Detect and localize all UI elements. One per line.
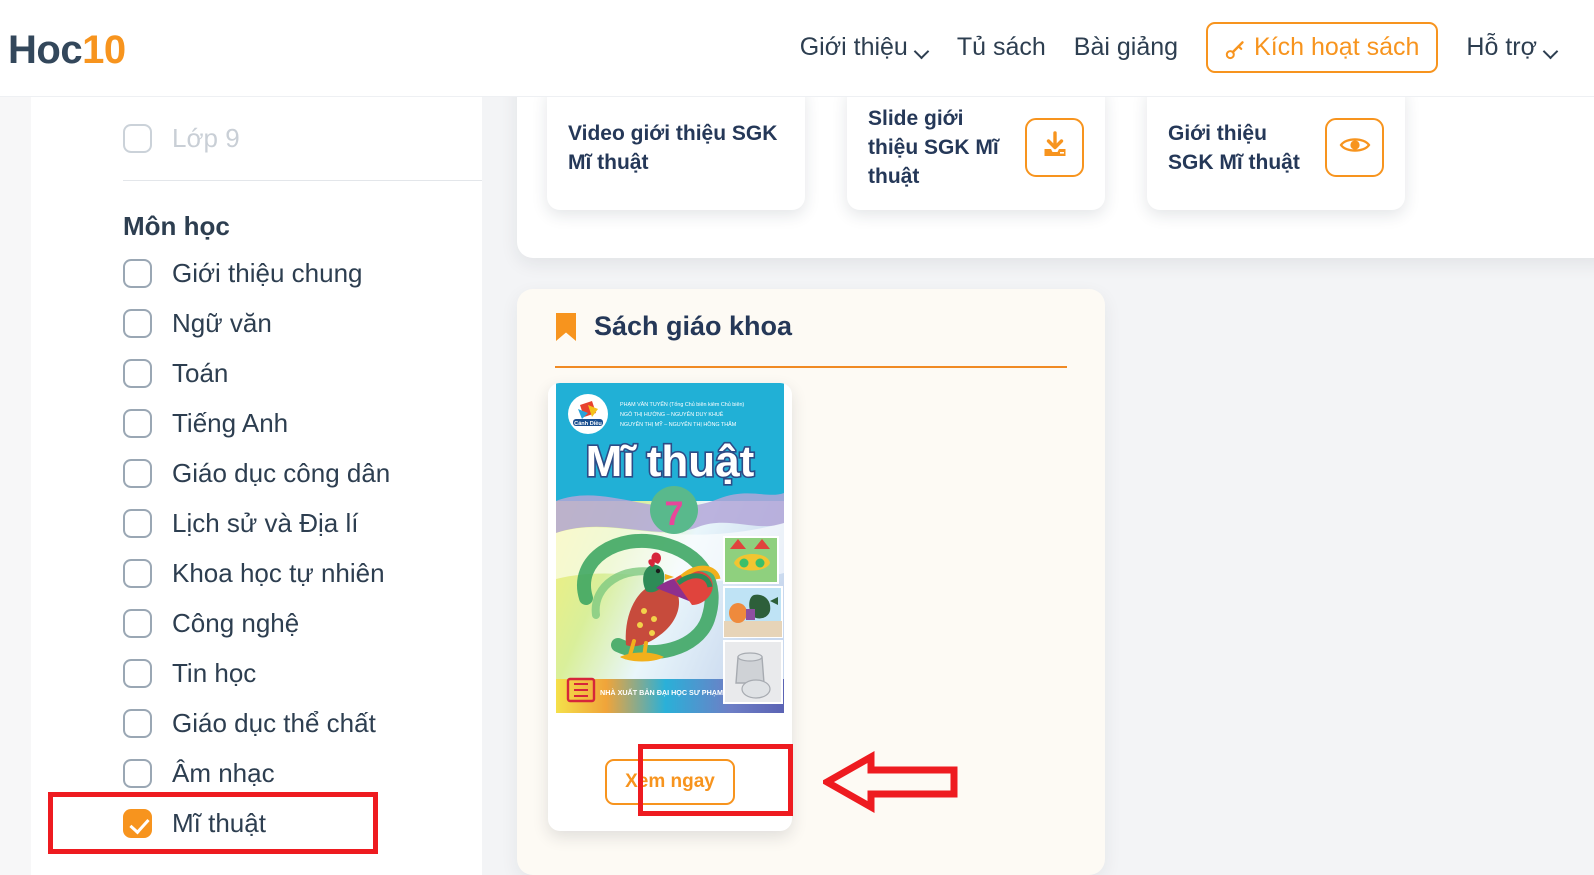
checkbox-cong-nghe[interactable] — [123, 608, 152, 638]
sidebar-item-ngu-van[interactable]: Ngữ văn — [31, 298, 482, 348]
nav-label: Hỗ trợ — [1466, 33, 1537, 61]
download-button[interactable] — [1025, 118, 1084, 177]
checkbox-mi-thuat[interactable] — [123, 808, 152, 838]
svg-text:7: 7 — [665, 495, 684, 533]
sidebar-item-tin-hoc[interactable]: Tin học — [31, 648, 482, 698]
sidebar-item-label: Khoa học tự nhiên — [172, 558, 385, 588]
sidebar-item-label: Ngữ văn — [172, 308, 272, 338]
sidebar-item-cong-nghe[interactable]: Công nghệ — [31, 598, 482, 648]
textbook-panel: Sách giáo khoa Cánh Diều PHẠM VĂN TUYẾN … — [517, 289, 1105, 875]
sidebar-item-label: Giáo dục thể chất — [172, 708, 376, 738]
resource-card-title: Slide giới thiệu SGK Mĩ thuật — [868, 107, 999, 188]
filter-grade-lop-9[interactable]: Lớp 9 — [31, 113, 482, 163]
view-now-button[interactable]: Xem ngay — [605, 758, 735, 805]
checkbox-lich-su-va-dia-li[interactable] — [123, 508, 152, 538]
sidebar-item-label: Tiếng Anh — [172, 408, 289, 438]
sidebar-item-label: Giới thiệu chung — [172, 258, 363, 288]
chevron-down-icon — [1545, 46, 1558, 54]
checkbox-tin-hoc[interactable] — [123, 658, 152, 688]
sidebar-item-label: Lịch sử và Địa lí — [172, 508, 359, 538]
sidebar-item-label: Âm nhạc — [172, 758, 275, 788]
sidebar-section-title-mon-hoc: Môn học — [123, 211, 230, 241]
resource-card-video[interactable]: Video giới thiệu SGK Mĩ thuật — [547, 85, 805, 210]
sidebar-item-toan[interactable]: Toán — [31, 348, 482, 398]
nav-item-tu-sach[interactable]: Tủ sách — [943, 25, 1060, 70]
activate-book-label: Kích hoạt sách — [1254, 33, 1420, 61]
activate-book-button[interactable]: Kích hoạt sách — [1206, 22, 1439, 73]
checkbox-giao-duc-the-chat[interactable] — [123, 708, 152, 738]
key-icon — [1225, 38, 1245, 59]
resource-card-title: Giới thiệu SGK Mĩ thuật — [1168, 121, 1300, 174]
main-navigation: Giới thiệu Tủ sách Bài giảng Kích hoạt s… — [786, 22, 1572, 73]
sidebar-item-label: Tin học — [172, 658, 257, 688]
svg-text:Mĩ thuật: Mĩ thuật — [586, 437, 755, 486]
checkbox-ngu-van[interactable] — [123, 308, 152, 338]
nav-label: Bài giảng — [1073, 33, 1179, 61]
svg-text:Cánh Diều: Cánh Diều — [574, 421, 602, 427]
textbook-panel-header: Sách giáo khoa — [517, 289, 1105, 342]
sidebar-item-label: Mĩ thuật — [172, 808, 266, 838]
logo-text-accent: 10 — [82, 28, 126, 72]
preview-button[interactable] — [1325, 118, 1384, 177]
svg-text:NGÔ THỊ HƯỜNG – NGUYỄN DUY KHU: NGÔ THỊ HƯỜNG – NGUYỄN DUY KHUÊ — [620, 410, 724, 418]
filter-sidebar: Lớp 9 Môn học Giới thiệu chung Ngữ văn T… — [31, 97, 482, 875]
sidebar-item-giao-duc-the-chat[interactable]: Giáo dục thể chất — [31, 698, 482, 748]
checkbox-khoa-hoc-tu-nhien[interactable] — [123, 558, 152, 588]
download-icon — [1040, 130, 1070, 165]
bookmark-icon — [555, 312, 577, 342]
textbook-panel-divider — [555, 366, 1067, 368]
page-left-margin — [0, 97, 31, 875]
checkbox-grade-lop-9[interactable] — [123, 123, 152, 153]
sidebar-divider — [123, 180, 482, 181]
sidebar-item-mi-thuat[interactable]: Mĩ thuật — [31, 798, 482, 848]
sidebar-item-giao-duc-cong-dan[interactable]: Giáo dục công dân — [31, 448, 482, 498]
sidebar-item-am-nhac[interactable]: Âm nhạc — [31, 748, 482, 798]
sidebar-item-lich-su-va-dia-li[interactable]: Lịch sử và Địa lí — [31, 498, 482, 548]
resources-card-list: Video giới thiệu SGK Mĩ thuật Slide giới… — [547, 85, 1405, 210]
nav-item-ho-tro[interactable]: Hỗ trợ — [1452, 25, 1572, 70]
svg-text:NHÀ XUẤT BẢN ĐẠI HỌC SƯ PHẠM: NHÀ XUẤT BẢN ĐẠI HỌC SƯ PHẠM — [600, 687, 723, 697]
sidebar-item-label: Toán — [172, 358, 229, 388]
filter-grade-label: Lớp 9 — [172, 123, 240, 153]
site-header: Hoc10 Giới thiệu Tủ sách Bài giảng Kích … — [0, 0, 1594, 97]
eye-icon — [1339, 133, 1371, 162]
svg-text:PHẠM VĂN TUYẾN (Tổng Chủ biên: PHẠM VĂN TUYẾN (Tổng Chủ biên kiêm Chủ b… — [620, 401, 744, 408]
book-cover-image: Cánh Diều PHẠM VĂN TUYẾN (Tổng Chủ biên … — [548, 383, 792, 732]
svg-text:NGUYỄN THỊ MỸ – NGUYỄN THỊ HỒN: NGUYỄN THỊ MỸ – NGUYỄN THỊ HỒNG THẮM — [620, 420, 737, 428]
resource-card-title: Video giới thiệu SGK Mĩ thuật — [568, 121, 778, 174]
checkbox-giao-duc-cong-dan[interactable] — [123, 458, 152, 488]
page-root: Hoc10 Giới thiệu Tủ sách Bài giảng Kích … — [0, 0, 1594, 875]
chevron-down-icon — [916, 46, 929, 54]
checkbox-tieng-anh[interactable] — [123, 408, 152, 438]
nav-label: Giới thiệu — [799, 33, 908, 61]
textbook-panel-title: Sách giáo khoa — [594, 311, 793, 341]
book-card-actions: Xem ngay — [548, 732, 792, 831]
nav-item-bai-giang[interactable]: Bài giảng — [1060, 25, 1192, 70]
sidebar-item-label: Giáo dục công dân — [172, 458, 391, 488]
checkbox-toan[interactable] — [123, 358, 152, 388]
logo-text-primary: Hoc — [8, 28, 83, 72]
sidebar-item-gioi-thieu-chung[interactable]: Giới thiệu chung — [31, 248, 482, 298]
sidebar-item-tieng-anh[interactable]: Tiếng Anh — [31, 398, 482, 448]
checkbox-am-nhac[interactable] — [123, 758, 152, 788]
resource-card-intro[interactable]: Giới thiệu SGK Mĩ thuật — [1147, 85, 1405, 210]
sidebar-item-label: Công nghệ — [172, 608, 300, 638]
book-card[interactable]: Cánh Diều PHẠM VĂN TUYẾN (Tổng Chủ biên … — [548, 383, 792, 831]
site-logo[interactable]: Hoc10 — [8, 28, 126, 72]
nav-item-gioi-thieu[interactable]: Giới thiệu — [786, 25, 943, 70]
sidebar-item-khoa-hoc-tu-nhien[interactable]: Khoa học tự nhiên — [31, 548, 482, 598]
resource-card-slide[interactable]: Slide giới thiệu SGK Mĩ thuật — [847, 85, 1105, 210]
nav-label: Tủ sách — [956, 33, 1046, 61]
checkbox-gioi-thieu-chung[interactable] — [123, 258, 152, 288]
annotation-arrow-left — [819, 749, 958, 815]
